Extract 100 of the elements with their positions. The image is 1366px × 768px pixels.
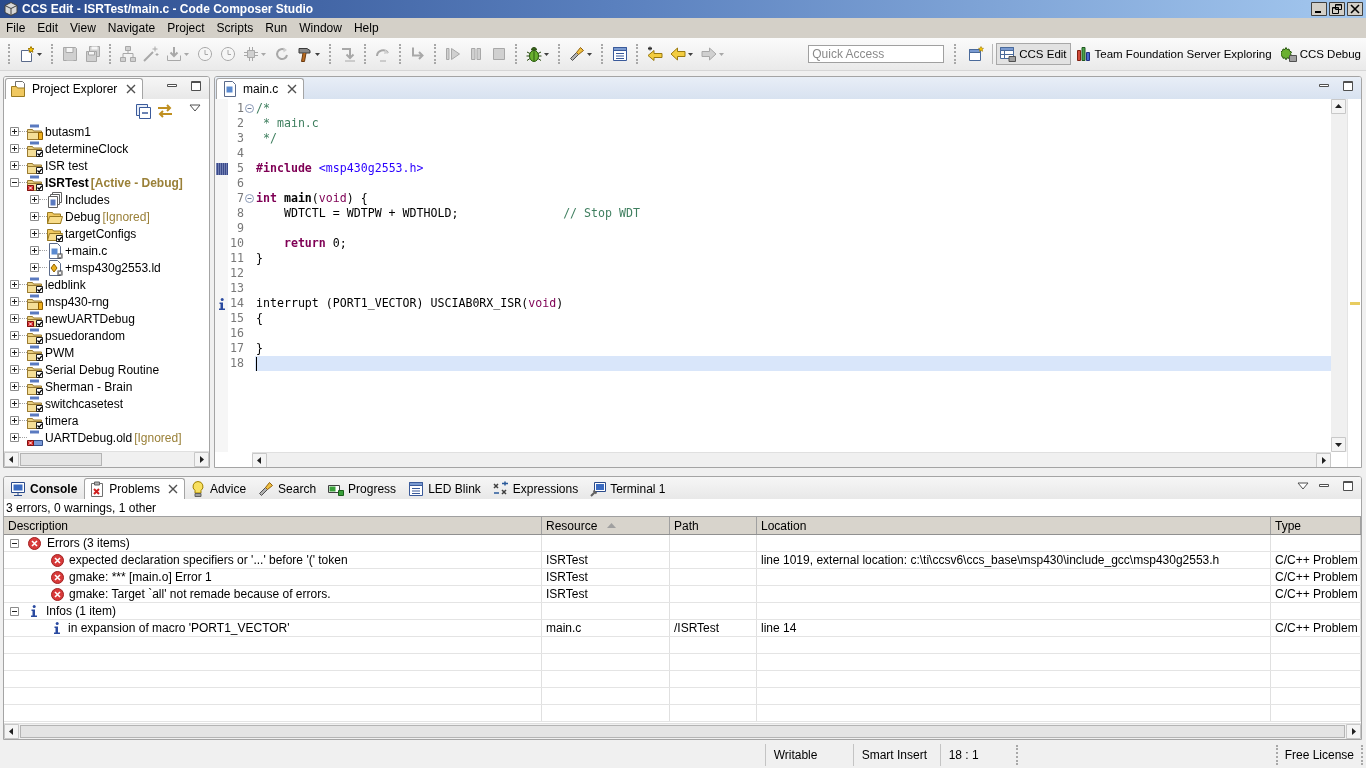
column-header[interactable]: Description: [4, 517, 542, 534]
window-icon[interactable]: [611, 46, 628, 62]
scrollbar[interactable]: [252, 452, 1331, 467]
expand-icon[interactable]: [30, 229, 39, 238]
scrollbar-thumb[interactable]: [20, 453, 102, 466]
flashlight-icon[interactable]: [568, 46, 585, 62]
arrow-left-icon[interactable]: [252, 453, 267, 467]
close-icon[interactable]: [1347, 2, 1363, 16]
scrollbar[interactable]: [1331, 99, 1347, 452]
menu-item[interactable]: Run: [259, 20, 294, 36]
tree-item[interactable]: Sherman - Brain: [27, 378, 133, 395]
expand-icon[interactable]: [10, 297, 19, 306]
two-arrows-icon[interactable]: [157, 103, 173, 119]
close-icon[interactable]: [168, 484, 179, 494]
hammer-icon[interactable]: [296, 46, 313, 62]
expand-icon[interactable]: [30, 212, 39, 221]
expand-icon[interactable]: [10, 382, 19, 391]
quick-access-field[interactable]: Quick Access: [808, 45, 945, 63]
expand-icon[interactable]: [30, 195, 39, 204]
tree-item[interactable]: newUARTDebug: [27, 310, 135, 327]
expand-icon[interactable]: [10, 314, 19, 323]
perspective-button[interactable]: Team Foundation Server Exploring: [1071, 43, 1276, 65]
restore-icon[interactable]: [1329, 2, 1345, 16]
menu-item[interactable]: Help: [347, 20, 385, 36]
caret-icon[interactable]: [544, 52, 549, 56]
view-tab[interactable]: Project Explorer: [5, 78, 144, 99]
view-tab[interactable]: Terminal 1: [585, 478, 673, 499]
maximize-icon[interactable]: [189, 79, 203, 93]
bug-icon[interactable]: [525, 46, 542, 62]
expand-icon[interactable]: [10, 365, 19, 374]
expand-icon[interactable]: [10, 127, 19, 136]
editor-tab[interactable]: main.c: [216, 78, 305, 99]
expand-icon[interactable]: [10, 331, 19, 340]
new-file-icon[interactable]: [18, 46, 35, 62]
expand-icon[interactable]: [10, 161, 19, 170]
view-tab[interactable]: Console: [5, 478, 85, 499]
expand-icon[interactable]: [10, 280, 19, 289]
collapse-icon[interactable]: [10, 606, 19, 616]
view-tab[interactable]: Advice: [185, 478, 254, 499]
close-icon[interactable]: [287, 84, 298, 94]
view-tab[interactable]: LED Blink: [403, 478, 488, 499]
view-tab[interactable]: Progress: [323, 478, 404, 499]
marker-icon[interactable]: [1349, 302, 1360, 305]
menu-item[interactable]: Scripts: [210, 20, 260, 36]
caret-icon[interactable]: [315, 52, 320, 56]
arrow-up-icon[interactable]: [1331, 99, 1346, 114]
menu-item[interactable]: Window: [293, 20, 348, 36]
scrollbar[interactable]: [4, 723, 1361, 739]
tree-item[interactable]: PWM: [27, 344, 75, 361]
view-menu-icon[interactable]: [189, 104, 201, 112]
new-window-icon[interactable]: [967, 46, 984, 62]
expand-icon[interactable]: [10, 399, 19, 408]
expand-icon[interactable]: [10, 144, 19, 153]
tree-item[interactable]: +main.c: [47, 242, 108, 259]
menu-item[interactable]: Edit: [31, 20, 65, 36]
arrow-left-icon[interactable]: [4, 724, 19, 739]
starred-arrow-icon[interactable]: [646, 46, 663, 62]
tree-item[interactable]: ledblink: [27, 276, 86, 293]
minimize-icon[interactable]: [1311, 2, 1327, 16]
perspective-button[interactable]: CCS Debug: [1276, 43, 1365, 65]
view-menu-icon[interactable]: [1297, 482, 1309, 490]
column-header[interactable]: Location: [757, 517, 1271, 534]
view-tab[interactable]: Expressions: [487, 478, 586, 499]
tree-item[interactable]: UARTDebug.old [Ignored]: [27, 429, 182, 446]
caret-icon[interactable]: [688, 52, 693, 56]
arrow-left-icon[interactable]: [4, 452, 19, 467]
expand-icon[interactable]: [30, 246, 39, 255]
tree-item[interactable]: determineClock: [27, 140, 129, 157]
scrollbar-thumb[interactable]: [20, 725, 1345, 738]
column-header[interactable]: Path: [670, 517, 757, 534]
tree-item[interactable]: +msp430g2553.ld: [47, 259, 161, 276]
collapse-icon[interactable]: [10, 538, 19, 548]
menu-item[interactable]: Project: [161, 20, 211, 36]
collapse-all-icon[interactable]: [135, 103, 151, 119]
arrow-right-icon[interactable]: [1316, 453, 1331, 467]
collapse-icon[interactable]: [10, 178, 19, 187]
expand-icon[interactable]: [10, 416, 19, 425]
close-icon[interactable]: [126, 84, 137, 94]
tree-item[interactable]: Debug [Ignored]: [47, 208, 150, 225]
menu-item[interactable]: Navigate: [101, 20, 162, 36]
tree-item[interactable]: switchcasetest: [27, 395, 124, 412]
tree-item[interactable]: Serial Debug Routine: [27, 361, 160, 378]
expand-icon[interactable]: [10, 348, 19, 357]
arrow-down-icon[interactable]: [1331, 437, 1346, 452]
expand-icon[interactable]: [30, 263, 39, 272]
menu-item[interactable]: View: [64, 20, 102, 36]
tree-item[interactable]: targetConfigs: [47, 225, 137, 242]
perspective-button[interactable]: CCS Edit: [996, 43, 1071, 65]
menu-item[interactable]: File: [0, 20, 32, 36]
tree-item[interactable]: Includes: [47, 191, 110, 208]
arrow-right-icon[interactable]: [1346, 724, 1361, 739]
arrow-right-icon[interactable]: [194, 452, 209, 467]
caret-icon[interactable]: [587, 52, 592, 56]
column-header[interactable]: Resource: [542, 517, 670, 534]
tree-item[interactable]: ISRTest [Active - Debug]: [27, 174, 183, 191]
tree-item[interactable]: timera: [27, 412, 79, 429]
tree-item[interactable]: butasm1: [27, 123, 92, 140]
maximize-icon[interactable]: [1341, 79, 1355, 93]
tree-item[interactable]: msp430-rng: [27, 293, 110, 310]
view-tab[interactable]: Problems: [84, 478, 186, 499]
